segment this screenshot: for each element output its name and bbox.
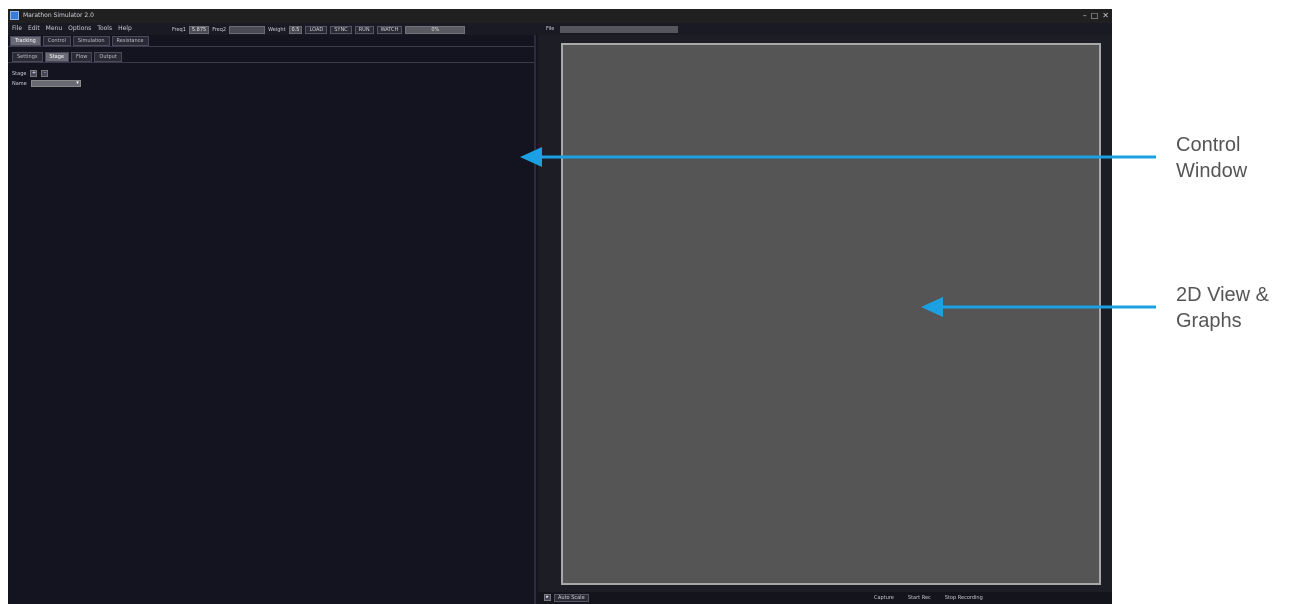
menu-tools[interactable]: Tools	[97, 23, 112, 35]
load-button[interactable]: LOAD	[305, 26, 328, 34]
subtab-settings[interactable]: Settings	[12, 52, 43, 62]
file-path-field[interactable]	[560, 26, 678, 33]
name-label: Name	[12, 80, 27, 87]
stop-recording-button[interactable]: Stop Recording	[945, 592, 983, 604]
menu-file[interactable]: File	[12, 23, 22, 35]
weight-combo[interactable]: 0.5	[288, 26, 303, 34]
tab-resistance[interactable]: Resistance	[111, 36, 149, 46]
stage-add-button[interactable]: +	[30, 70, 38, 77]
tab-tracking[interactable]: Tracking	[10, 36, 41, 46]
subtab-divider	[8, 62, 534, 63]
tab-divider	[8, 46, 534, 47]
file-label: File	[546, 26, 555, 32]
window-controls: – □ ✕	[1083, 9, 1109, 23]
stage-remove-button[interactable]: -	[41, 70, 49, 77]
subtab-stage[interactable]: Stage	[44, 52, 69, 62]
tab-simulation[interactable]: Simulation	[72, 36, 110, 46]
subtab-output[interactable]: Output	[94, 52, 122, 62]
view-graphs-label-line1: 2D View &	[1176, 284, 1270, 306]
window-title: Marathon Simulator 2.0	[23, 12, 94, 19]
menu-help[interactable]: Help	[118, 23, 132, 35]
2d-view-canvas[interactable]	[561, 43, 1101, 585]
run-button[interactable]: RUN	[354, 26, 374, 34]
freq1-combo[interactable]: 5.875	[188, 26, 210, 34]
sync-button[interactable]: SYNC	[330, 26, 352, 34]
stage-row: Stage + -	[12, 70, 49, 77]
view-graphs-panel: ▸ Auto Scale Capture Start Rec Stop Reco…	[538, 35, 1112, 604]
view-bottom-bar: ▸ Auto Scale Capture Start Rec Stop Reco…	[538, 592, 1112, 604]
watch-button[interactable]: WATCH	[376, 26, 403, 34]
stage-label: Stage	[12, 70, 27, 77]
app-logo-icon	[10, 11, 19, 20]
main-tabs: Tracking Control Simulation Resistance	[10, 36, 149, 46]
bottom-right-controls: Capture Start Rec Stop Recording	[874, 592, 983, 604]
maximize-button[interactable]: □	[1091, 9, 1099, 23]
chevron-down-icon: ▾	[76, 80, 79, 86]
app-window: Marathon Simulator 2.0 – □ ✕ File Edit M…	[8, 9, 1112, 604]
title-bar: Marathon Simulator 2.0 – □ ✕	[8, 9, 1112, 23]
menu-items: File Edit Menu Options Tools Help	[12, 23, 132, 35]
view-graphs-label: 2D View & Graphs	[1176, 282, 1269, 334]
freq2-combo[interactable]	[229, 26, 266, 34]
close-button[interactable]: ✕	[1102, 9, 1109, 23]
view-graphs-label-line2: Graphs	[1176, 310, 1242, 332]
name-row: Name ▾	[12, 80, 81, 87]
tab-control[interactable]: Control	[42, 36, 71, 46]
name-dropdown[interactable]: ▾	[30, 80, 81, 87]
bottom-left-controls: ▸ Auto Scale	[544, 594, 589, 602]
menu-bar: File Edit Menu Options Tools Help Freq1 …	[8, 23, 1112, 35]
control-window-label-line1: Control	[1176, 134, 1241, 156]
auto-scale-button[interactable]: Auto Scale	[554, 594, 589, 602]
capture-button[interactable]: Capture	[874, 592, 894, 604]
status-indicator: 0%	[405, 26, 466, 34]
menu-edit[interactable]: Edit	[28, 23, 40, 35]
menu-options[interactable]: Options	[68, 23, 91, 35]
minimize-button[interactable]: –	[1083, 9, 1087, 23]
start-rec-button[interactable]: Start Rec	[908, 592, 931, 604]
control-window-label: Control Window	[1176, 132, 1247, 184]
subtab-flow[interactable]: Flow	[70, 52, 93, 62]
control-window-label-line2: Window	[1176, 160, 1248, 182]
expand-icon[interactable]: ▸	[544, 594, 551, 601]
sub-tabs: Settings Stage Flow Output	[12, 52, 122, 62]
menu-menu[interactable]: Menu	[46, 23, 62, 35]
control-window: Tracking Control Simulation Resistance S…	[8, 35, 536, 604]
